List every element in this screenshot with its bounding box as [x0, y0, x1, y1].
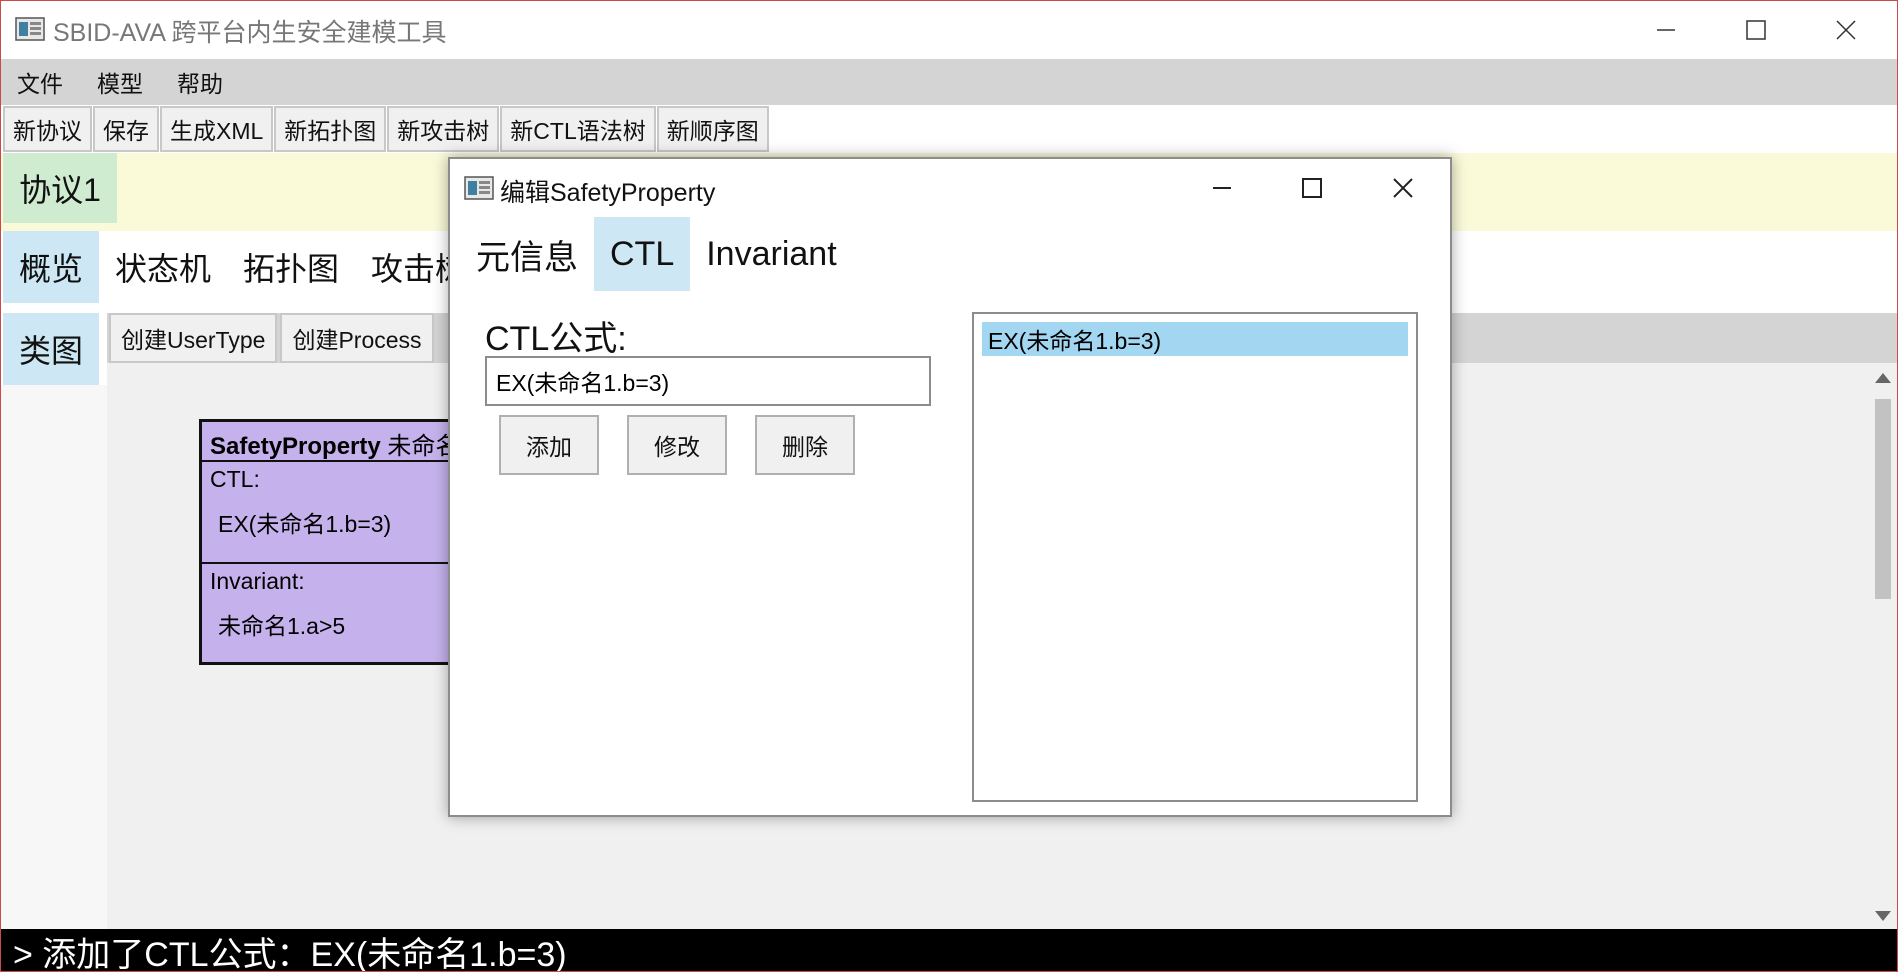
- app-window-icon: [464, 176, 494, 200]
- tab-overview[interactable]: 概览: [3, 231, 100, 303]
- tab-class-diagram[interactable]: 类图: [3, 313, 99, 385]
- save-button[interactable]: 保存: [93, 106, 159, 152]
- edit-safety-property-dialog: 编辑SafetyProperty 元信息 CTL Invariant CTL公式…: [448, 157, 1452, 817]
- main-window: SBID-AVA 跨平台内生安全建模工具 文件 模型 帮助 新协议 保存 生成X…: [0, 0, 1898, 972]
- dialog-title-bar: 编辑SafetyProperty: [450, 159, 1450, 217]
- maximize-icon: [1746, 20, 1766, 40]
- node-invariant-label: Invariant:: [210, 568, 305, 594]
- tab-state-machine[interactable]: 状态机: [99, 231, 227, 303]
- menu-file[interactable]: 文件: [1, 65, 77, 99]
- toolbar: 新协议 保存 生成XML 新拓扑图 新攻击树 新CTL语法树 新顺序图: [3, 106, 770, 152]
- node-title: SafetyProperty 未命名: [202, 422, 456, 462]
- console-output: > 添加了CTL公式：EX(未命名1.b=3): [1, 929, 1897, 971]
- list-item[interactable]: EX(未命名1.b=3): [982, 322, 1408, 356]
- scrollbar-thumb[interactable]: [1875, 399, 1891, 599]
- tab-invariant[interactable]: Invariant: [690, 217, 852, 291]
- node-invariant-section: Invariant: 未命名1.a>5: [202, 564, 456, 645]
- menu-bar: 文件 模型 帮助: [1, 59, 1897, 105]
- ctl-formula-list[interactable]: EX(未命名1.b=3): [972, 312, 1418, 802]
- node-ctl-section: CTL: EX(未命名1.b=3): [202, 462, 456, 564]
- node-type-label: SafetyProperty: [210, 433, 381, 460]
- dialog-tab-strip: 元信息 CTL Invariant: [460, 217, 853, 291]
- maximize-button[interactable]: [1711, 1, 1801, 59]
- new-ctl-tree-button[interactable]: 新CTL语法树: [500, 106, 656, 152]
- delete-button[interactable]: 删除: [755, 415, 855, 475]
- ctl-formula-label: CTL公式:: [485, 320, 627, 358]
- window-title: SBID-AVA 跨平台内生安全建模工具: [53, 19, 447, 47]
- close-button[interactable]: [1801, 1, 1891, 59]
- new-attack-tree-button[interactable]: 新攻击树: [387, 106, 500, 152]
- scroll-down-icon[interactable]: [1875, 911, 1891, 921]
- app-window-icon: [15, 17, 45, 41]
- tab-meta-info[interactable]: 元信息: [460, 217, 594, 291]
- dialog-close-button[interactable]: [1358, 159, 1448, 217]
- tab-ctl[interactable]: CTL: [594, 217, 691, 291]
- create-usertype-button[interactable]: 创建UserType: [109, 313, 278, 363]
- menu-model[interactable]: 模型: [81, 65, 157, 99]
- create-process-button[interactable]: 创建Process: [280, 313, 434, 363]
- minimize-icon: [1657, 29, 1675, 31]
- minimize-icon: [1213, 187, 1231, 189]
- safety-property-node[interactable]: SafetyProperty 未命名 CTL: EX(未命名1.b=3) Inv…: [199, 419, 459, 665]
- node-ctl-label: CTL:: [210, 466, 260, 492]
- minimize-button[interactable]: [1621, 1, 1711, 59]
- vertical-scrollbar[interactable]: [1867, 363, 1897, 929]
- dialog-title: 编辑SafetyProperty: [500, 179, 716, 207]
- title-bar: SBID-AVA 跨平台内生安全建模工具: [1, 1, 1897, 59]
- generate-xml-button[interactable]: 生成XML: [160, 106, 274, 152]
- maximize-icon: [1302, 178, 1322, 198]
- ctl-formula-input[interactable]: EX(未命名1.b=3): [485, 356, 931, 406]
- dialog-maximize-button[interactable]: [1267, 159, 1357, 217]
- tab-protocol-1[interactable]: 协议1: [3, 153, 117, 223]
- new-sequence-diagram-button[interactable]: 新顺序图: [656, 106, 769, 152]
- edit-button[interactable]: 修改: [627, 415, 727, 475]
- close-icon: [1393, 178, 1413, 198]
- close-icon: [1836, 20, 1856, 40]
- dialog-minimize-button[interactable]: [1177, 159, 1267, 217]
- new-topology-button[interactable]: 新拓扑图: [274, 106, 387, 152]
- scroll-up-icon[interactable]: [1875, 373, 1891, 383]
- node-ctl-value: EX(未命名1.b=3): [218, 511, 392, 537]
- side-panel: [1, 385, 107, 929]
- menu-help[interactable]: 帮助: [161, 65, 237, 99]
- new-protocol-button[interactable]: 新协议: [3, 106, 92, 152]
- add-button[interactable]: 添加: [499, 415, 599, 475]
- tab-topology[interactable]: 拓扑图: [227, 231, 355, 303]
- node-invariant-value: 未命名1.a>5: [218, 613, 346, 639]
